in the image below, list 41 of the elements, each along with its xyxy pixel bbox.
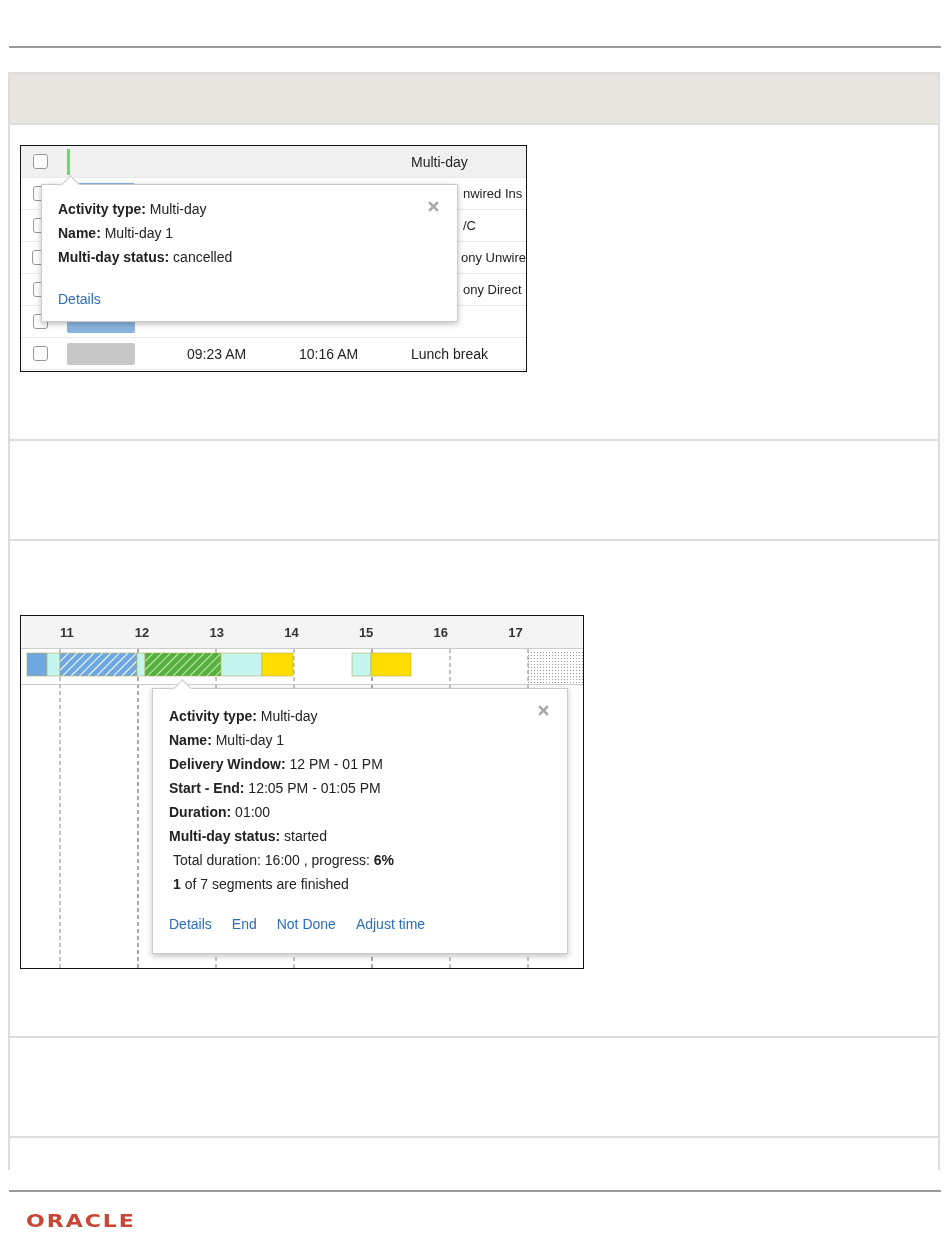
popup-link[interactable]: Details <box>58 291 101 307</box>
start-time: 09:23 AM <box>187 345 247 362</box>
popup-field: Name: Multi-day 1 <box>58 221 411 245</box>
hour-label: 15 <box>358 624 375 640</box>
popup-field: Start - End: 12:05 PM - 01:05 PM <box>169 776 521 800</box>
popup-field: Multi-day status: cancelled <box>58 245 411 269</box>
checkbox[interactable] <box>32 346 48 361</box>
activity-name: ony Direct <box>463 282 522 297</box>
activity-name: Lunch break <box>411 345 489 362</box>
activity-name: /C <box>463 218 476 233</box>
popup-field: Multi-day status: started <box>169 824 521 848</box>
popup-link[interactable]: Adjust time <box>355 916 426 932</box>
popup-link[interactable]: Details <box>169 916 212 932</box>
close-icon[interactable] <box>538 705 549 716</box>
oracle-logo: ORACLE <box>26 1210 136 1231</box>
activity-bar[interactable] <box>67 148 70 175</box>
close-icon[interactable] <box>428 201 439 212</box>
popup-field: Delivery Window: 12 PM - 01 PM <box>169 752 521 776</box>
popup-note: Total duration: 16:00 , progress: 6% <box>172 851 396 870</box>
end-time: 10:16 AM <box>299 345 359 362</box>
hour-label: 12 <box>134 624 151 640</box>
hour-label: 13 <box>209 624 225 640</box>
activity-name: nwired Ins <box>463 186 523 201</box>
activity-name: Multi-day <box>411 153 468 170</box>
popup-note: 1 of 7 segments are finished <box>172 875 350 894</box>
popup-field: Name: Multi-day 1 <box>169 728 521 752</box>
hour-label: 14 <box>284 624 300 640</box>
activity-bar[interactable] <box>67 342 135 365</box>
popup-link[interactable]: Not Done <box>276 916 336 932</box>
hour-label: 16 <box>433 624 450 640</box>
popup-link[interactable]: End <box>231 916 257 932</box>
hour-label: 11 <box>60 624 75 640</box>
list-row[interactable]: Multi-day <box>21 146 526 178</box>
activity-bars-drawing[interactable] <box>26 652 412 677</box>
activity-name: ony Unwire <box>460 250 526 265</box>
hour-label: 17 <box>508 624 524 640</box>
popup-field: Activity type: Multi-day <box>58 197 411 221</box>
checkbox[interactable] <box>32 154 48 169</box>
popup-field: Activity type: Multi-day <box>169 704 521 728</box>
popup-field: Duration: 01:00 <box>169 800 521 824</box>
list-row[interactable]: 09:23 AM 10:16 AM Lunch break <box>21 338 526 370</box>
